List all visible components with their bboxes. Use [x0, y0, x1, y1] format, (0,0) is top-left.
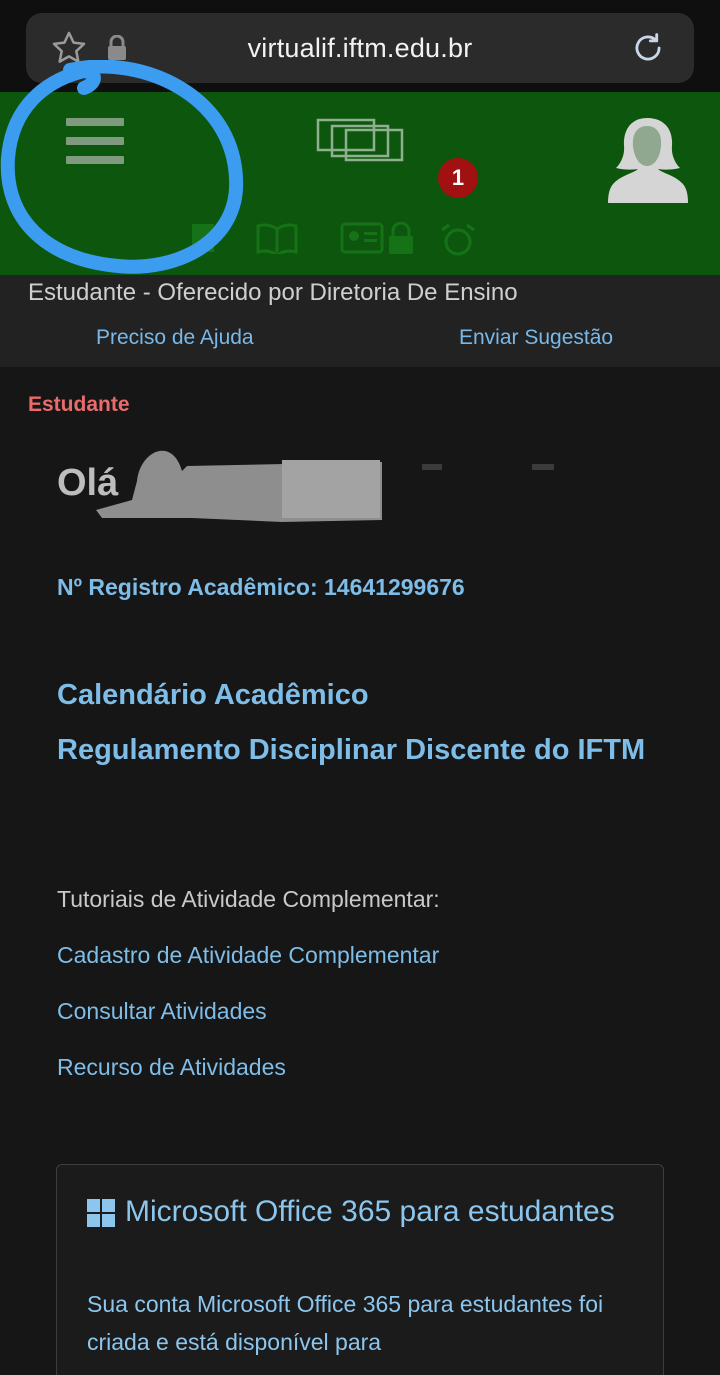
address-bar[interactable]: virtualif.iftm.edu.br: [26, 13, 694, 83]
subheader: Estudante - Oferecido por Diretoria De E…: [0, 275, 720, 367]
office365-title: Microsoft Office 365 para estudantes: [125, 1195, 615, 1228]
lock-icon[interactable]: [386, 222, 416, 256]
id-card-icon[interactable]: [340, 222, 384, 254]
redacted-name-overlay: [96, 450, 554, 522]
document-icon[interactable]: [190, 222, 216, 254]
tutorial-link[interactable]: Recurso de Atividades: [57, 1054, 286, 1081]
browser-toolbar: virtualif.iftm.edu.br: [0, 0, 720, 92]
help-link[interactable]: Preciso de Ajuda: [96, 326, 254, 350]
system-logo-icon[interactable]: [316, 116, 406, 164]
alarm-icon[interactable]: [438, 222, 478, 256]
office365-card: Microsoft Office 365 para estudantes Sua…: [56, 1164, 664, 1375]
academic-registration: Nº Registro Acadêmico: 14641299676: [57, 574, 465, 600]
disciplinary-regulation-link[interactable]: Regulamento Disciplinar Discente do IFTM: [57, 731, 657, 769]
office365-description: Sua conta Microsoft Office 365 para estu…: [87, 1291, 604, 1355]
offer-text: Estudante - Oferecido por Diretoria De E…: [28, 279, 518, 306]
menu-icon[interactable]: [66, 118, 124, 166]
suggestion-link[interactable]: Enviar Sugestão: [459, 326, 613, 350]
tutorial-link[interactable]: Consultar Atividades: [57, 998, 267, 1025]
user-avatar-icon[interactable]: [604, 114, 690, 204]
reload-icon[interactable]: [629, 29, 667, 67]
url-text: virtualif.iftm.edu.br: [247, 33, 473, 63]
role-label: Estudante: [28, 393, 130, 416]
notification-badge[interactable]: 1: [438, 158, 478, 198]
academic-calendar-link[interactable]: Calendário Acadêmico: [57, 676, 657, 714]
tutorials-heading: Tutoriais de Atividade Complementar:: [57, 886, 440, 912]
book-icon[interactable]: [256, 222, 298, 254]
tutorial-link[interactable]: Cadastro de Atividade Complementar: [57, 942, 439, 969]
site-header: [0, 60, 720, 275]
page: virtualif.iftm.edu.br 1 Estudante - Ofer…: [0, 0, 720, 1375]
